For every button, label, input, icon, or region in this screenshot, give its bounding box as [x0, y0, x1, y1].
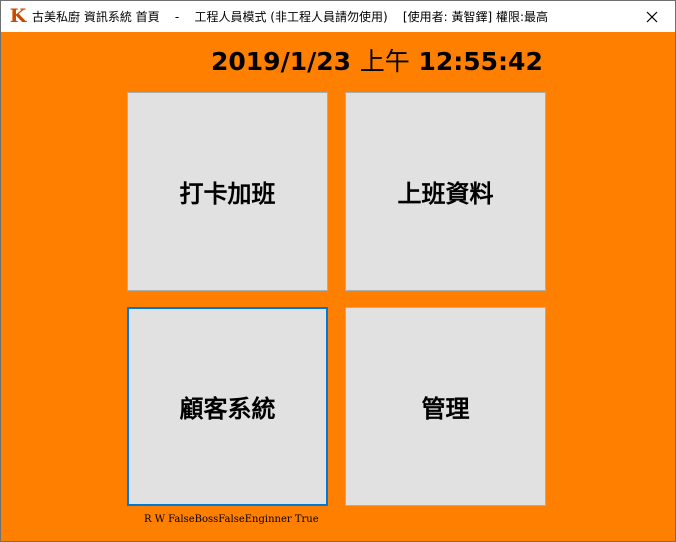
brand-k-icon: K: [9, 5, 27, 27]
title-bar[interactable]: K 古美私廚 資訊系統 首頁 - 工程人員模式 (非工程人員請勿使用) [使用者…: [1, 1, 675, 32]
punch-overtime-button[interactable]: 打卡加班: [127, 92, 328, 291]
close-button[interactable]: [629, 1, 675, 32]
status-label: R W FalseBossFalseEnginner True: [144, 514, 319, 525]
window-title: 古美私廚 資訊系統 首頁 - 工程人員模式 (非工程人員請勿使用) [使用者: …: [32, 10, 548, 24]
clock-date: 2019/1/23: [211, 47, 352, 76]
clock-time: 12:55:42: [418, 47, 543, 76]
clock-ampm: 上午: [359, 47, 410, 76]
app-window: K 古美私廚 資訊系統 首頁 - 工程人員模式 (非工程人員請勿使用) [使用者…: [0, 0, 676, 542]
management-button[interactable]: 管理: [345, 307, 546, 506]
close-icon: [646, 11, 658, 22]
clock-display: 2019/1/23 上午 12:55:42: [211, 45, 543, 79]
work-data-button[interactable]: 上班資料: [345, 92, 546, 291]
customer-system-button[interactable]: 顧客系統: [127, 307, 328, 506]
